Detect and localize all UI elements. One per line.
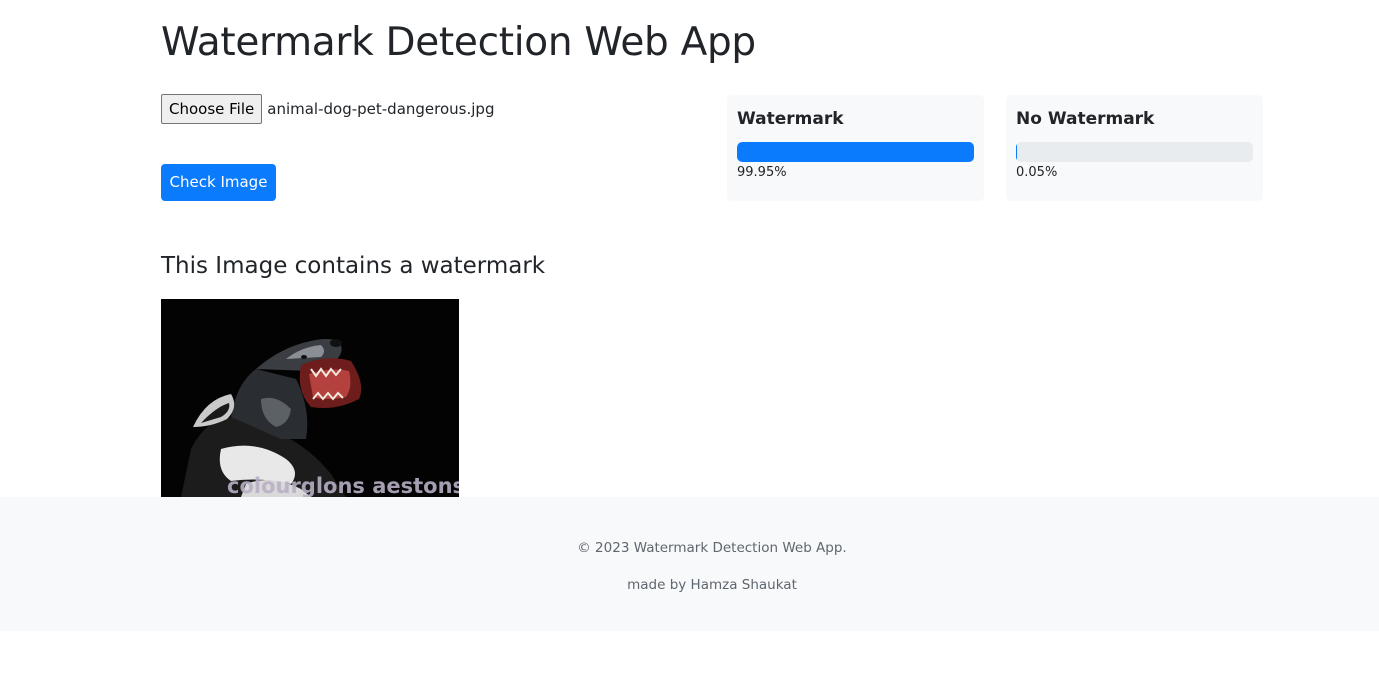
no-watermark-progress-fill (1016, 142, 1017, 162)
file-upload-row: Choose File animal-dog-pet-dangerous.jpg (161, 94, 494, 124)
no-watermark-progress-track (1016, 142, 1253, 162)
result-heading: This Image contains a watermark (161, 253, 546, 279)
dog-photo: colourglons aestons (161, 299, 459, 497)
watermark-percent: 99.95% (737, 165, 787, 180)
no-watermark-percent: 0.05% (1016, 165, 1058, 180)
check-image-button[interactable]: Check Image (161, 164, 276, 201)
footer: © 2023 Watermark Detection Web App. made… (0, 497, 1379, 631)
watermark-score-card: Watermark 99.95% (727, 95, 984, 201)
footer-credit: made by Hamza Shaukat (627, 577, 797, 593)
watermark-label: Watermark (737, 109, 844, 129)
choose-file-button[interactable]: Choose File (161, 94, 263, 124)
no-watermark-label: No Watermark (1016, 109, 1155, 129)
footer-copyright: © 2023 Watermark Detection Web App. (577, 540, 847, 556)
watermark-overlay-text: colourglons aestons (227, 474, 459, 497)
no-watermark-score-card: No Watermark 0.05% (1006, 95, 1263, 201)
uploaded-image-preview: colourglons aestons (161, 299, 459, 497)
watermark-progress-track (737, 142, 974, 162)
page-title: Watermark Detection Web App (161, 20, 756, 65)
watermark-progress-fill (737, 142, 974, 162)
selected-file-name: animal-dog-pet-dangerous.jpg (267, 100, 495, 118)
